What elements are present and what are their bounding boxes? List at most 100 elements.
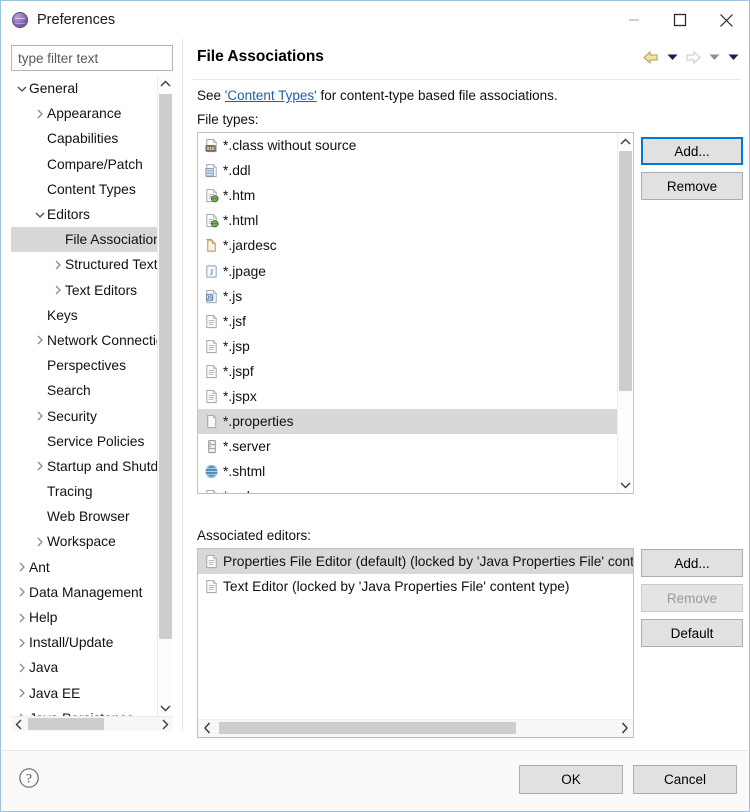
chevron-down-icon[interactable] xyxy=(15,85,29,93)
file-type-label: *.ddl xyxy=(223,163,251,179)
file-type-row[interactable]: *.server xyxy=(198,434,618,459)
chevron-right-icon[interactable] xyxy=(33,411,47,421)
associated-editor-row[interactable]: Properties File Editor (default) (locked… xyxy=(198,549,633,575)
file-type-row[interactable]: *.jspf xyxy=(198,359,618,384)
file-type-row[interactable]: *.jsp xyxy=(198,334,618,359)
file-types-scroll-thumb[interactable] xyxy=(619,151,632,391)
menu-dropdown-icon[interactable] xyxy=(725,47,741,67)
file-types-scroll-track[interactable] xyxy=(618,150,633,476)
sidebar-item-ant[interactable]: Ant xyxy=(11,555,161,580)
scroll-down-icon[interactable] xyxy=(158,699,173,716)
sidebar-item-workspace[interactable]: Workspace xyxy=(11,529,161,554)
file-type-row[interactable]: *.shtml xyxy=(198,459,618,484)
tree-hscroll-thumb[interactable] xyxy=(28,718,104,730)
filter-input-wrapper[interactable]: type filter text xyxy=(11,45,173,71)
sidebar-item-search[interactable]: Search xyxy=(11,378,161,403)
chevron-right-icon[interactable] xyxy=(51,260,65,270)
file-type-row[interactable]: *.sql xyxy=(198,484,618,493)
tree-vertical-scrollbar[interactable] xyxy=(157,75,173,716)
associated-editor-row[interactable]: Text Editor (locked by 'Java Properties … xyxy=(198,574,633,599)
scroll-right-icon[interactable] xyxy=(157,717,173,731)
chevron-right-icon[interactable] xyxy=(15,562,29,572)
file-type-row[interactable]: *.properties xyxy=(198,409,618,435)
back-dropdown-icon[interactable] xyxy=(664,47,680,67)
associated-editor-label: Properties File Editor (default) (locked… xyxy=(223,554,633,570)
sidebar-item-file-associations[interactable]: File Associations xyxy=(11,227,161,253)
chevron-right-icon[interactable] xyxy=(33,335,47,345)
sidebar-item-content-types[interactable]: Content Types xyxy=(11,177,161,202)
maximize-button[interactable] xyxy=(657,1,703,39)
associated-editors-viewport: Properties File Editor (default) (locked… xyxy=(198,549,633,719)
scroll-left-icon[interactable] xyxy=(198,720,216,736)
file-type-row[interactable]: *.jspx xyxy=(198,384,618,409)
scroll-up-icon[interactable] xyxy=(618,133,633,150)
associated-editors-list[interactable]: Properties File Editor (default) (locked… xyxy=(197,548,634,738)
sidebar-item-install-update[interactable]: Install/Update xyxy=(11,630,161,655)
chevron-right-icon[interactable] xyxy=(15,638,29,648)
file-types-vertical-scrollbar[interactable] xyxy=(617,133,633,493)
file-types-list[interactable]: 010 *.class without source *.ddl *.htm *.htm… xyxy=(197,132,634,494)
file-type-row[interactable]: 010 *.class without source xyxy=(198,133,618,158)
file-types-remove-button[interactable]: Remove xyxy=(641,172,743,200)
sidebar-item-label: Workspace xyxy=(47,534,116,550)
sidebar-item-java-ee[interactable]: Java EE xyxy=(11,681,161,706)
help-question-icon[interactable]: ? xyxy=(18,767,40,789)
chevron-right-icon[interactable] xyxy=(33,109,47,119)
chevron-right-icon[interactable] xyxy=(51,285,65,295)
chevron-right-icon[interactable] xyxy=(15,613,29,623)
scroll-up-icon[interactable] xyxy=(158,75,173,92)
associated-editors-label: Associated editors: xyxy=(197,528,312,543)
editors-add-button[interactable]: Add... xyxy=(641,549,743,577)
file-type-row[interactable]: *.ddl xyxy=(198,158,618,183)
file-types-add-button[interactable]: Add... xyxy=(641,137,743,165)
close-button[interactable] xyxy=(703,1,749,39)
sidebar-item-service-policies[interactable]: Service Policies xyxy=(11,429,161,454)
sidebar-item-general[interactable]: General xyxy=(11,76,161,101)
ok-button[interactable]: OK xyxy=(519,765,623,794)
tree-horizontal-scrollbar[interactable] xyxy=(11,716,173,731)
sidebar-item-help[interactable]: Help xyxy=(11,605,161,630)
sidebar-item-security[interactable]: Security xyxy=(11,403,161,428)
chevron-right-icon[interactable] xyxy=(33,537,47,547)
sidebar-item-text-editors[interactable]: Text Editors xyxy=(11,278,161,303)
sidebar-item-tracing[interactable]: Tracing xyxy=(11,479,161,504)
cancel-button[interactable]: Cancel xyxy=(633,765,737,794)
scroll-right-icon[interactable] xyxy=(615,720,633,736)
sidebar-item-java[interactable]: Java xyxy=(11,655,161,680)
tree-scroll-thumb[interactable] xyxy=(159,94,172,639)
tree-scroll-track[interactable] xyxy=(158,92,173,699)
chevron-down-icon[interactable] xyxy=(33,211,47,219)
editors-default-button[interactable]: Default xyxy=(641,619,743,647)
sidebar-item-perspectives[interactable]: Perspectives xyxy=(11,353,161,378)
sidebar-item-appearance[interactable]: Appearance xyxy=(11,101,161,126)
back-arrow-icon[interactable] xyxy=(641,47,661,67)
file-type-row[interactable]: *.html xyxy=(198,208,618,233)
chevron-right-icon[interactable] xyxy=(15,688,29,698)
scroll-down-icon[interactable] xyxy=(618,476,633,493)
sidebar-item-network-connections[interactable]: Network Connections xyxy=(11,328,161,353)
sidebar-item-structured-text-editors[interactable]: Structured Text Editors xyxy=(11,252,161,277)
scroll-left-icon[interactable] xyxy=(11,717,27,731)
sidebar-item-editors[interactable]: Editors xyxy=(11,202,161,227)
associated-editors-hscroll-thumb[interactable] xyxy=(219,722,516,734)
chevron-right-icon[interactable] xyxy=(15,663,29,673)
minimize-button[interactable] xyxy=(611,1,657,39)
file-type-row[interactable]: *.htm xyxy=(198,183,618,208)
sidebar-item-java-persistence[interactable]: Java Persistence xyxy=(11,706,161,716)
sidebar-item-startup-and-shutdown[interactable]: Startup and Shutdown xyxy=(11,454,161,479)
file-type-row[interactable]: JS *.js xyxy=(198,284,618,309)
associated-editors-horizontal-scrollbar[interactable] xyxy=(198,719,633,737)
sidebar-item-capabilities[interactable]: Capabilities xyxy=(11,126,161,151)
sidebar-item-compare-patch[interactable]: Compare/Patch xyxy=(11,152,161,177)
file-type-row[interactable]: *.jardesc xyxy=(198,233,618,258)
chevron-right-icon[interactable] xyxy=(15,587,29,597)
sidebar-item-web-browser[interactable]: Web Browser xyxy=(11,504,161,529)
content-types-link[interactable]: 'Content Types' xyxy=(225,88,317,103)
sidebar-item-data-management[interactable]: Data Management xyxy=(11,580,161,605)
sidebar-item-keys[interactable]: Keys xyxy=(11,303,161,328)
chevron-right-icon[interactable] xyxy=(33,461,47,471)
svg-text:?: ? xyxy=(26,771,32,786)
preferences-tree[interactable]: General Appearance Capabilities Compare/Pat… xyxy=(11,75,173,731)
file-type-row[interactable]: *.jsf xyxy=(198,309,618,334)
file-type-row[interactable]: J *.jpage xyxy=(198,258,618,283)
